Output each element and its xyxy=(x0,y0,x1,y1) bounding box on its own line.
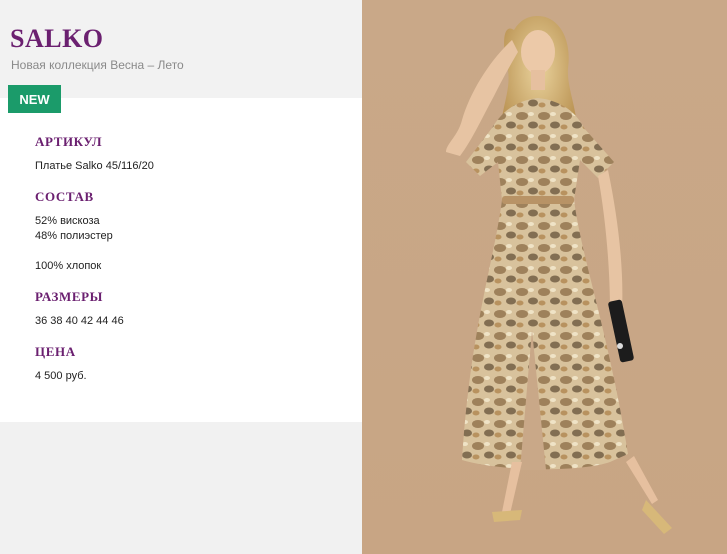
collection-subtitle: Новая коллекция Весна – Лето xyxy=(11,58,184,72)
article-value: Платье Salko 45/116/20 xyxy=(35,160,154,172)
sizes-value: 36 38 40 42 44 46 xyxy=(35,315,124,327)
product-photo xyxy=(362,0,727,554)
price-heading: ЦЕНА xyxy=(35,344,76,359)
sizes-heading: РАЗМЕРЫ xyxy=(35,289,104,304)
composition-line-2: 48% полиэстер xyxy=(35,230,113,242)
brand-title: SALKO xyxy=(10,24,104,53)
spec-list: АРТИКУЛ Платье Salko 45/116/20 СОСТАВ 52… xyxy=(35,134,335,384)
price-value: 4 500 руб. xyxy=(35,370,87,382)
composition-line-3: 100% хлопок xyxy=(35,260,102,272)
bottom-panel xyxy=(0,422,362,554)
new-badge: NEW xyxy=(8,85,61,113)
article-heading: АРТИКУЛ xyxy=(35,134,103,149)
composition-heading: СОСТАВ xyxy=(35,189,94,204)
composition-line-1: 52% вискоза xyxy=(35,215,100,227)
